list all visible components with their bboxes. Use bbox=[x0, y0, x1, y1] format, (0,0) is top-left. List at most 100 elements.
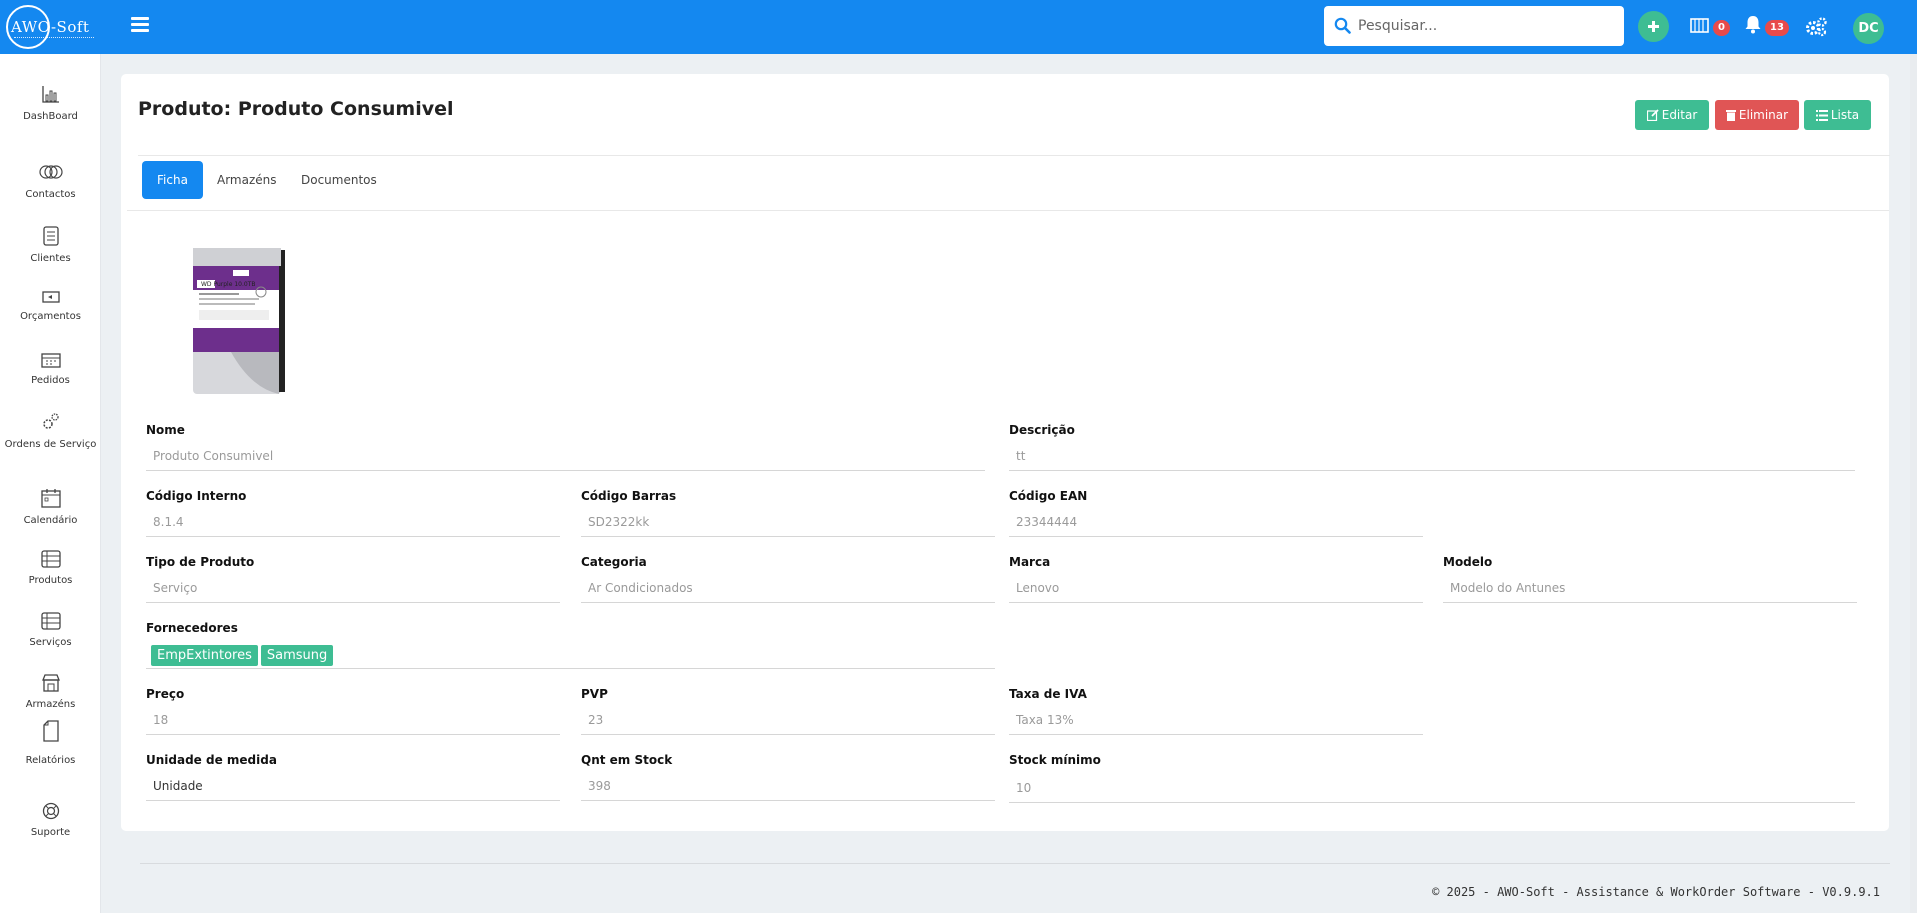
codigo-barras-value[interactable]: SD2322kk bbox=[581, 507, 995, 537]
tab-ficha[interactable]: Ficha bbox=[142, 161, 203, 199]
notifications-badge: 13 bbox=[1765, 20, 1789, 36]
sidebar-item-produtos[interactable]: Produtos bbox=[0, 550, 101, 587]
unidade-medida-select[interactable]: Unidade bbox=[146, 771, 560, 801]
field-label: Categoria bbox=[581, 555, 647, 569]
page-title: Produto: Produto Consumivel bbox=[138, 98, 454, 120]
product-image: WD Purple 10.0TB bbox=[193, 248, 285, 394]
sidebar-item-label: Ordens de Serviço bbox=[4, 439, 97, 450]
tipo-produto-value[interactable]: Serviço bbox=[146, 573, 560, 603]
field-label: Qnt em Stock bbox=[581, 753, 673, 767]
field-label: Marca bbox=[1009, 555, 1051, 569]
sidebar-item-suporte[interactable]: Suporte bbox=[0, 802, 101, 839]
tab-armazens[interactable]: Armazéns bbox=[217, 161, 277, 199]
edit-icon bbox=[1646, 109, 1659, 122]
stock-minimo-value[interactable]: 10 bbox=[1009, 773, 1855, 803]
settings-gears-icon[interactable] bbox=[1804, 17, 1828, 41]
edit-button[interactable]: Editar bbox=[1635, 100, 1709, 130]
qnt-stock-value[interactable]: 398 bbox=[581, 771, 995, 801]
sidebar-item-label: Suporte bbox=[30, 827, 71, 838]
delete-button[interactable]: Eliminar bbox=[1715, 100, 1799, 130]
descricao-value[interactable]: tt bbox=[1009, 441, 1855, 471]
chart-icon bbox=[41, 86, 59, 103]
user-avatar[interactable]: DC bbox=[1853, 13, 1884, 44]
warehouse-icon bbox=[41, 674, 60, 692]
field-label: Código EAN bbox=[1009, 489, 1088, 503]
field-label: Unidade de medida bbox=[146, 753, 277, 767]
orders-icon bbox=[40, 353, 61, 368]
fornecedores-tags[interactable]: EmpExtintores Samsung bbox=[146, 639, 995, 669]
list-button[interactable]: Lista bbox=[1804, 100, 1871, 130]
codigo-ean-value[interactable]: 23344444 bbox=[1009, 507, 1423, 537]
sidebar-item-pedidos[interactable]: Pedidos bbox=[0, 352, 101, 387]
modelo-value[interactable]: Modelo do Antunes bbox=[1443, 573, 1857, 603]
sidebar-item-clientes[interactable]: Clientes bbox=[0, 226, 101, 265]
nome-value[interactable]: Produto Consumivel bbox=[146, 441, 985, 471]
sidebar-item-label: DashBoard bbox=[23, 111, 78, 122]
search-icon bbox=[1334, 17, 1351, 34]
sidebar-item-orcamentos[interactable]: Orçamentos bbox=[0, 290, 101, 323]
logo[interactable]: AWO-Soft bbox=[6, 5, 96, 49]
field-label: PVP bbox=[581, 687, 608, 701]
taxa-iva-value[interactable]: Taxa 13% bbox=[1009, 705, 1423, 735]
sidebar-item-label: Calendário bbox=[23, 515, 78, 526]
page-scrollbar[interactable] bbox=[1910, 54, 1917, 913]
calendar-badge: 0 bbox=[1713, 20, 1730, 36]
sidebar-item-label: Clientes bbox=[30, 253, 71, 264]
top-navbar: AWO-Soft 0 13 bbox=[0, 0, 1917, 54]
field-label: Fornecedores bbox=[146, 621, 238, 635]
field-label: Modelo bbox=[1443, 555, 1493, 569]
sidebar-item-armazens[interactable]: Armazéns bbox=[0, 674, 101, 711]
notifications-bell-icon[interactable] bbox=[1744, 15, 1762, 38]
calendar-view-icon[interactable] bbox=[1690, 16, 1710, 38]
field-label: Stock mínimo bbox=[1009, 753, 1101, 767]
product-image-label: WD Purple 10.0TB bbox=[201, 281, 255, 288]
trash-icon bbox=[1725, 110, 1736, 121]
preco-value[interactable]: 18 bbox=[146, 705, 560, 735]
field-label: Descrição bbox=[1009, 423, 1075, 437]
field-label: Código Interno bbox=[146, 489, 247, 503]
contacts-icon bbox=[38, 165, 63, 179]
sidebar-item-dashboard[interactable]: DashBoard bbox=[0, 84, 101, 123]
codigo-interno-value[interactable]: 8.1.4 bbox=[146, 507, 560, 537]
product-card: Produto: Produto Consumivel Editar Elimi… bbox=[121, 74, 1890, 831]
calendar-icon bbox=[40, 489, 61, 508]
supplier-tag[interactable]: Samsung bbox=[260, 645, 334, 666]
search-input[interactable] bbox=[1358, 6, 1616, 46]
delete-button-label: Eliminar bbox=[1738, 108, 1789, 122]
categoria-value[interactable]: Ar Condicionados bbox=[581, 573, 995, 603]
sidebar-item-label: Contactos bbox=[25, 189, 76, 200]
tab-documentos[interactable]: Documentos bbox=[301, 161, 377, 199]
add-new-button[interactable] bbox=[1638, 11, 1669, 42]
pvp-value[interactable]: 23 bbox=[581, 705, 995, 735]
field-label: Taxa de IVA bbox=[1009, 687, 1087, 701]
supplier-tag[interactable]: EmpExtintores bbox=[151, 645, 258, 666]
clients-icon bbox=[42, 226, 59, 246]
edit-button-label: Editar bbox=[1661, 108, 1698, 122]
list-icon bbox=[1815, 110, 1828, 121]
budget-icon bbox=[41, 291, 60, 303]
reports-icon bbox=[42, 720, 59, 742]
sidebar-item-calendario[interactable]: Calendário bbox=[0, 488, 101, 527]
sidebar-item-contactos[interactable]: Contactos bbox=[0, 164, 101, 201]
menu-toggle-icon[interactable] bbox=[131, 17, 149, 33]
support-icon bbox=[42, 802, 59, 820]
sidebar-item-ordens-de-servico[interactable]: Ordens de Serviço bbox=[0, 412, 101, 451]
field-label: Preço bbox=[146, 687, 185, 701]
list-button-label: Lista bbox=[1830, 108, 1860, 122]
sidebar-item-relatorios[interactable]: Relatórios bbox=[0, 720, 101, 767]
sidebar-item-servicos[interactable]: Serviços bbox=[0, 612, 101, 649]
service-orders-icon bbox=[42, 413, 59, 429]
sidebar-item-label: Relatórios bbox=[25, 755, 76, 766]
sidebar-item-label: Serviços bbox=[29, 637, 72, 648]
services-icon bbox=[40, 612, 61, 630]
field-label: Tipo de Produto bbox=[146, 555, 255, 569]
logo-tagline bbox=[14, 37, 94, 39]
sidebar: DashBoard Contactos Clientes Orçamentos … bbox=[0, 54, 101, 913]
field-label: Nome bbox=[146, 423, 185, 437]
footer-text: © 2025 - AWO-Soft - Assistance & WorkOrd… bbox=[1432, 885, 1880, 899]
marca-value[interactable]: Lenovo bbox=[1009, 573, 1423, 603]
header-divider bbox=[138, 155, 1890, 156]
field-label: Código Barras bbox=[581, 489, 677, 503]
logo-text: AWO-Soft bbox=[11, 18, 90, 36]
products-icon bbox=[40, 550, 61, 568]
